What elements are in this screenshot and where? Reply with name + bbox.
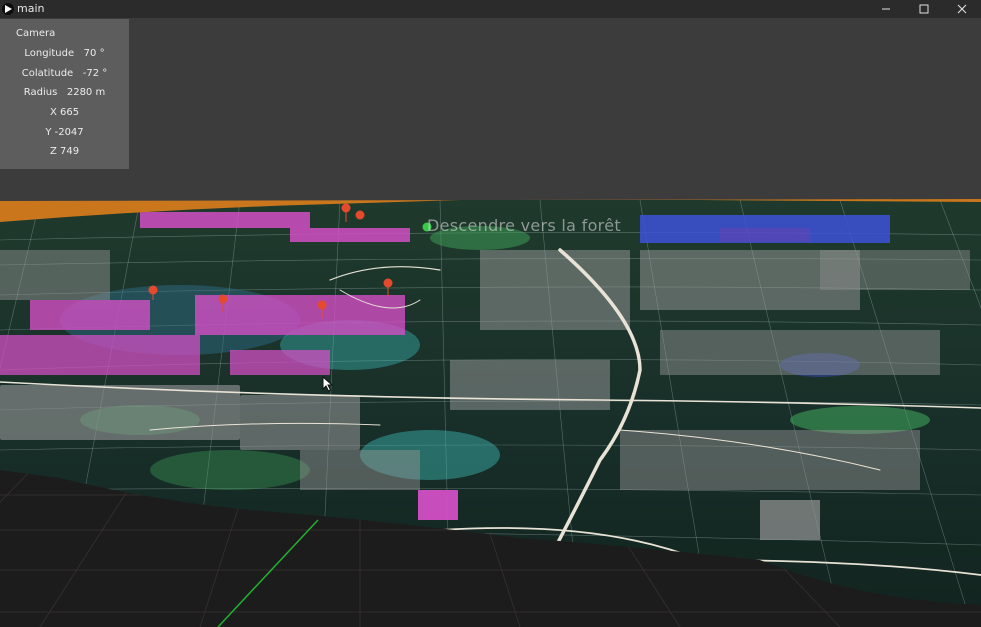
- camera-x: X 665: [49, 107, 80, 118]
- close-button[interactable]: [943, 0, 981, 18]
- minimize-button[interactable]: [867, 0, 905, 18]
- window-title: main: [17, 2, 45, 15]
- window-titlebar: main: [0, 0, 981, 18]
- mouse-cursor-icon: [322, 376, 334, 392]
- scene-overlay-label: Descendre vers la forêt: [427, 216, 621, 235]
- camera-longitude: Longitude 70 °: [24, 48, 105, 59]
- camera-radius: Radius 2280 m: [23, 87, 106, 98]
- camera-y: Y -2047: [45, 127, 84, 138]
- camera-colatitude: Colatitude -72 °: [21, 68, 108, 79]
- play-icon: [2, 3, 14, 15]
- camera-panel: Camera Longitude 70 ° Colatitude -72 ° R…: [0, 19, 129, 169]
- maximize-icon: [919, 4, 929, 14]
- city-terrain-scene: [0, 199, 981, 627]
- camera-z: Z 749: [49, 146, 80, 157]
- 3d-viewport[interactable]: Descendre vers la forêt Camera Longitude…: [0, 18, 981, 627]
- close-icon: [957, 4, 967, 14]
- maximize-button[interactable]: [905, 0, 943, 18]
- camera-heading: Camera: [16, 28, 56, 39]
- minimize-icon: [882, 8, 890, 10]
